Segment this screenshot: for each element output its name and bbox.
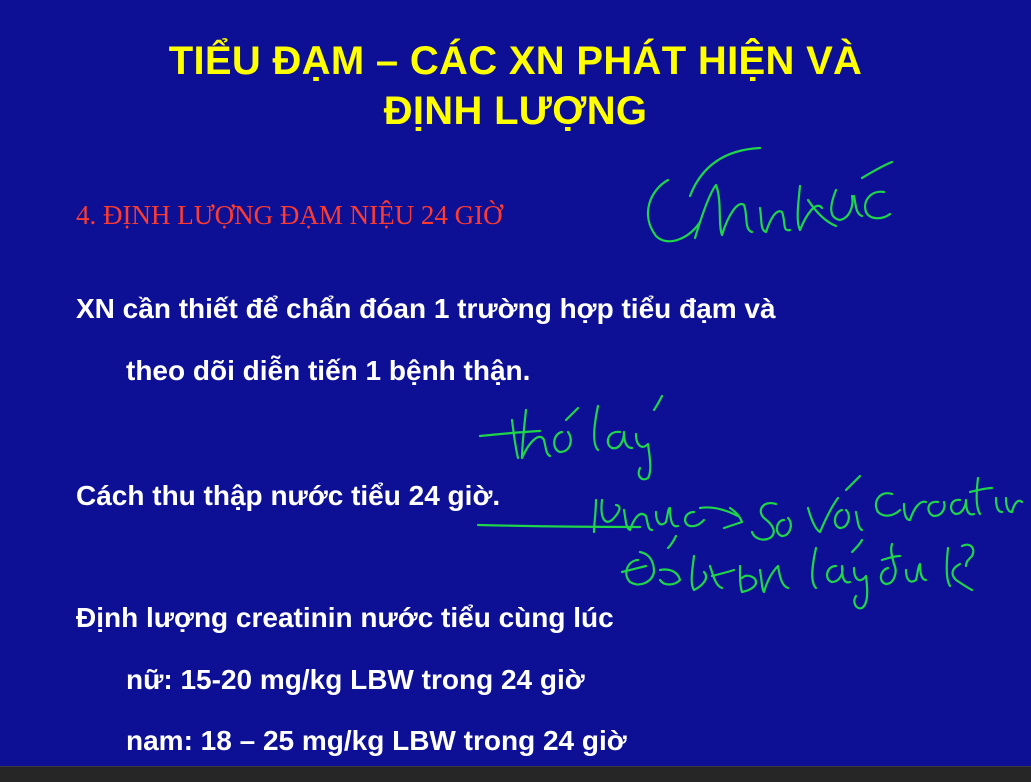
paragraph-2: Cách thu thập nước tiểu 24 giờ. — [76, 480, 501, 511]
handwriting-note-khac-phuc — [476, 474, 1024, 541]
slide-title-line-2: ĐỊNH LƯỢNG — [383, 89, 648, 133]
slide-title-line-1: TIỂU ĐẠM – CÁC XN PHÁT HIỆN VÀ — [168, 39, 863, 83]
paragraph-3-line-2: nữ: 15-20 mg/kg LBW trong 24 giờ — [126, 664, 585, 695]
slide-title: TIỂU ĐẠM – CÁC XN PHÁT HIỆN VÀ ĐỊNH LƯỢN… — [0, 36, 1031, 136]
paragraph-1-line-1: XN cần thiết để chẩn đóan 1 trường hợp t… — [76, 293, 776, 324]
paragraph-1-line-2: theo dõi diễn tiến 1 bệnh thận. — [126, 355, 531, 386]
presentation-slide: TIỂU ĐẠM – CÁC XN PHÁT HIỆN VÀ ĐỊNH LƯỢN… — [0, 0, 1031, 766]
paragraph-3-line-1: Định lượng creatinin nước tiểu cùng lúc — [76, 602, 614, 633]
handwriting-note-kho-lay — [478, 394, 664, 481]
bottom-status-strip — [0, 766, 1031, 782]
handwriting-note-chinh-xac — [646, 146, 894, 243]
section-heading: 4. ĐỊNH LƯỢNG ĐẠM NIỆU 24 GIỜ — [76, 200, 503, 230]
handwriting-note-de-bn-lay-du — [620, 534, 975, 610]
paragraph-3-line-3: nam: 18 – 25 mg/kg LBW trong 24 giờ — [126, 725, 627, 756]
